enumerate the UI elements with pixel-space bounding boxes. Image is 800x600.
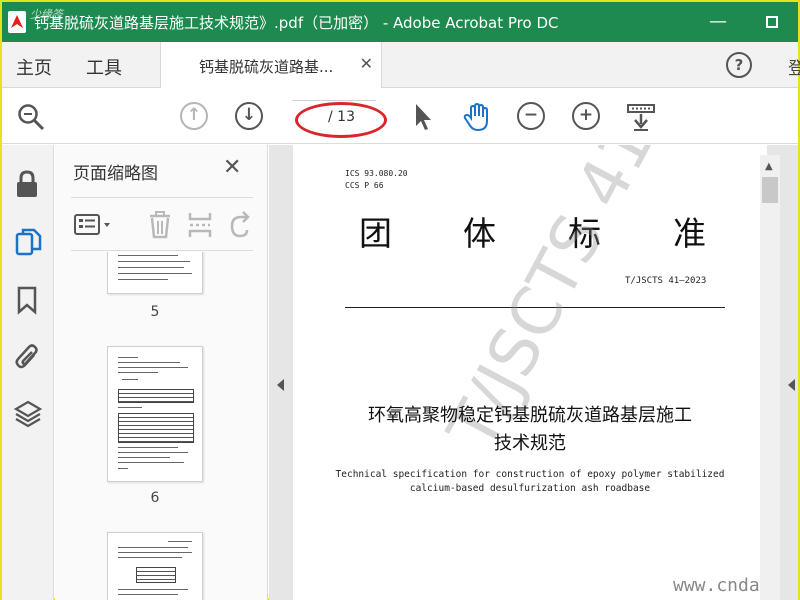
document-tab[interactable]: 钙基脱硫灰道路基... ✕: [160, 42, 382, 88]
thumbnail-page-number: 6: [150, 490, 160, 506]
plus-icon: +: [578, 105, 594, 125]
scroll-up-icon[interactable]: ▲: [765, 161, 773, 172]
help-icon[interactable]: ?: [726, 52, 752, 78]
thumbnail-page-number: 5: [150, 304, 160, 320]
thumbnail-page-6[interactable]: [107, 346, 203, 482]
menu-bar: 主页 工具 钙基脱硫灰道路基... ✕ ? 登: [2, 42, 800, 88]
ics-code: ICS 93.080.20: [345, 169, 408, 178]
hand-tool-icon[interactable]: [462, 102, 490, 132]
thumbnail-page-5[interactable]: [107, 252, 203, 294]
expand-right-panel-icon[interactable]: [788, 379, 795, 391]
site-watermark: www.cndao.com: [673, 575, 767, 596]
next-page-button[interactable]: ↓: [235, 102, 263, 130]
arrow-down-icon: ↓: [241, 105, 257, 125]
title-en-line2: calcium-based desulfurization ash roadba…: [409, 483, 651, 494]
page-thumbnails-icon[interactable]: [14, 227, 42, 256]
page-thumbnails-panel: 页面缩略图 ✕ 5 6: [55, 145, 317, 600]
layers-icon[interactable]: [13, 399, 43, 428]
document-viewer: ICS 93.080.20 CCS P 66 团 体 标 准 T/JSCTS 4…: [269, 145, 798, 600]
document-tab-label: 钙基脱硫灰道路基...: [199, 58, 334, 76]
title-bar: 少缘签 钙基脱硫灰道路基层施工技术规范》.pdf（已加密） - Adobe Ac…: [2, 2, 798, 42]
extract-page-icon[interactable]: [187, 210, 213, 244]
collapse-panel-icon[interactable]: [277, 379, 284, 391]
bookmark-icon[interactable]: [14, 285, 40, 315]
tools-menu[interactable]: 工具: [86, 54, 122, 80]
minus-icon: −: [523, 105, 539, 125]
title-en-line1: Technical specification for construction…: [335, 469, 725, 480]
thumbnail-options-icon[interactable]: [73, 212, 113, 242]
previous-page-button[interactable]: ↑: [180, 102, 208, 130]
standard-type-char: 准: [673, 214, 706, 253]
title-zh-line1: 环氧高聚物稳定钙基脱硫灰道路基层施工: [368, 405, 692, 426]
scroll-thumb[interactable]: [762, 177, 778, 203]
rotate-page-icon[interactable]: [227, 210, 253, 244]
home-menu[interactable]: 主页: [16, 54, 52, 80]
toolbar: ↑ ↓ / 13 − +: [2, 88, 798, 144]
thumbnail-page-7[interactable]: [107, 532, 203, 600]
document-scrollbar[interactable]: ▲: [760, 155, 780, 600]
panel-title: 页面缩略图: [73, 164, 158, 184]
zoom-in-button[interactable]: +: [572, 102, 600, 130]
page-display-icon[interactable]: [626, 102, 655, 131]
panel-toolbar: [71, 197, 253, 251]
minimize-button[interactable]: —: [698, 8, 738, 36]
panel-close-icon[interactable]: ✕: [223, 155, 241, 180]
sign-in-link[interactable]: 登: [788, 54, 800, 79]
acrobat-app-icon[interactable]: [8, 11, 26, 33]
select-tool-icon[interactable]: [410, 102, 438, 130]
standard-type-char: 团: [359, 214, 392, 253]
standard-code: T/JSCTS 41—2023: [625, 276, 707, 286]
search-zoom-icon[interactable]: [16, 102, 45, 131]
ccs-code: CCS P 66: [345, 181, 384, 190]
window-title: 钙基脱硫灰道路基层施工技术规范》.pdf（已加密） - Adobe Acroba…: [34, 14, 559, 32]
attachment-icon[interactable]: [14, 341, 40, 369]
maximize-icon: [766, 16, 778, 28]
title-zh-line2: 技术规范: [494, 433, 566, 454]
document-page: ICS 93.080.20 CCS P 66 团 体 标 准 T/JSCTS 4…: [293, 145, 767, 600]
arrow-up-icon: ↑: [186, 105, 202, 125]
left-rail: [2, 145, 54, 600]
zoom-out-button[interactable]: −: [517, 102, 545, 130]
standard-type-char: 体: [463, 214, 496, 253]
close-tab-icon[interactable]: ✕: [360, 54, 373, 73]
annotation-ellipse: [295, 102, 387, 138]
thumbnail-list: 5 6: [55, 252, 245, 600]
delete-page-icon[interactable]: [147, 210, 173, 244]
lock-icon[interactable]: [14, 169, 40, 197]
maximize-button[interactable]: [752, 8, 792, 36]
